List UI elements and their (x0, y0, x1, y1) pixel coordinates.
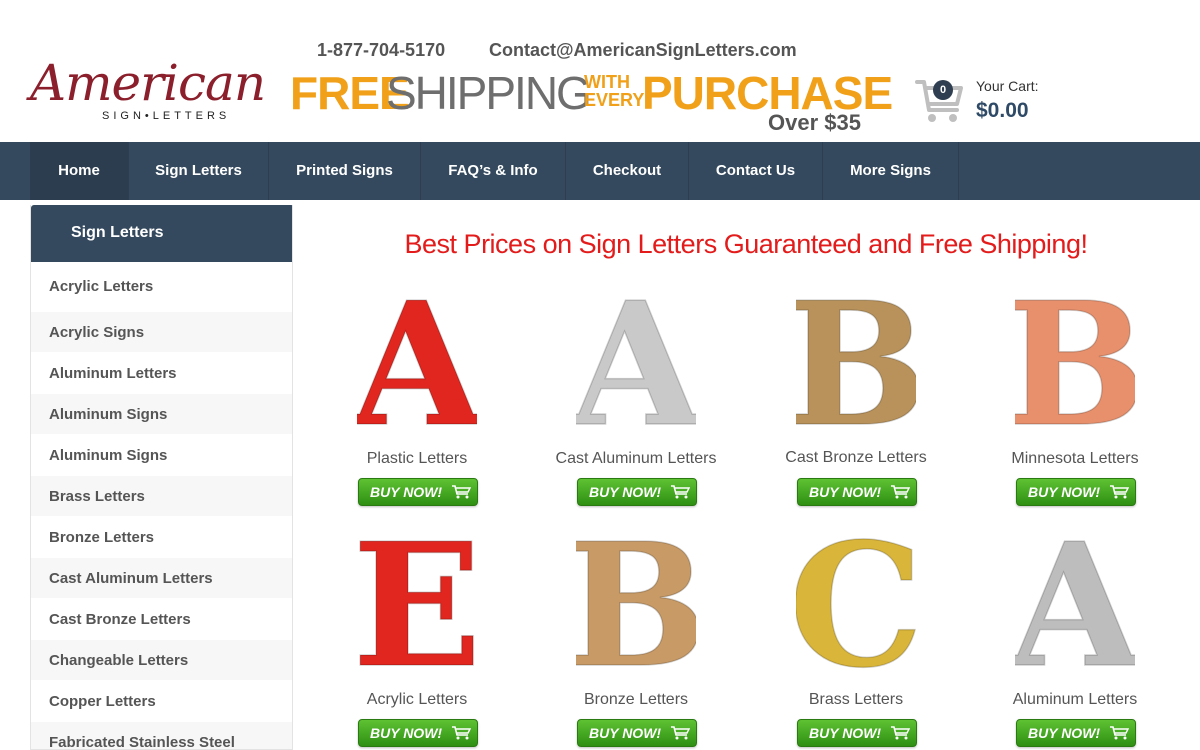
site-header: American SIGN•LETTERS 1-877-704-5170 Con… (0, 0, 1200, 142)
sidebar-title: Sign Letters (31, 205, 292, 262)
svg-text:B: B (576, 533, 696, 673)
cart-icon (891, 485, 910, 499)
nav-contact-us[interactable]: Contact Us (689, 142, 823, 200)
svg-text:A: A (357, 292, 477, 432)
sidebar-item[interactable]: Copper Letters (31, 681, 292, 722)
product-name[interactable]: Minnesota Letters (975, 450, 1175, 468)
sidebar-list: Acrylic Letters Acrylic Signs Aluminum L… (31, 262, 292, 749)
product-card[interactable]: A Aluminum Letters BUY NOW! (975, 533, 1175, 750)
nav-checkout[interactable]: Checkout (566, 142, 689, 200)
buy-now-button[interactable]: BUY NOW! (1016, 478, 1136, 506)
nav-sign-letters[interactable]: Sign Letters (129, 142, 269, 200)
cart-widget[interactable]: 0 Your Cart: $0.00 (915, 72, 1055, 132)
nav-more-signs[interactable]: More Signs (823, 142, 959, 200)
nav-faq-info[interactable]: FAQ’s & Info (421, 142, 566, 200)
buy-now-label: BUY NOW! (589, 484, 662, 500)
cart-total[interactable]: $0.00 (976, 99, 1029, 123)
banner-shipping: SHIPPING (386, 67, 592, 119)
sidebar-item[interactable]: Aluminum Letters (31, 353, 292, 394)
buy-now-button[interactable]: BUY NOW! (577, 478, 697, 506)
buy-now-label: BUY NOW! (589, 725, 662, 741)
free-shipping-banner: FREE SHIPPING WITH EVERY PURCHASE Over $… (290, 67, 893, 136)
product-image[interactable]: A (1015, 533, 1135, 673)
cart-icon (452, 485, 471, 499)
nav-printed-signs[interactable]: Printed Signs (269, 142, 421, 200)
product-name[interactable]: Plastic Letters (317, 450, 517, 468)
svg-text:A: A (576, 292, 696, 432)
buy-now-button[interactable]: BUY NOW! (797, 478, 917, 506)
svg-text:A: A (1015, 533, 1135, 673)
cart-icon (1110, 726, 1129, 740)
buy-now-label: BUY NOW! (809, 484, 882, 500)
product-name[interactable]: Acrylic Letters (317, 691, 517, 709)
cart-icon (452, 726, 471, 740)
product-name[interactable]: Aluminum Letters (975, 691, 1175, 709)
phone-number[interactable]: 1-877-704-5170 (317, 40, 445, 61)
sidebar-item[interactable]: Bronze Letters (31, 517, 292, 558)
cart-icon (671, 485, 690, 499)
page-headline: Best Prices on Sign Letters Guaranteed a… (404, 229, 1088, 259)
cart-icon (891, 726, 910, 740)
product-image[interactable]: B (576, 533, 696, 673)
product-card[interactable]: B Bronze Letters BUY NOW! (536, 533, 736, 750)
sidebar-item[interactable]: Cast Bronze Letters (31, 599, 292, 640)
buy-now-label: BUY NOW! (1028, 484, 1101, 500)
product-image[interactable]: B (1015, 292, 1135, 432)
buy-now-button[interactable]: BUY NOW! (1016, 719, 1136, 747)
contact-email[interactable]: Contact@AmericanSignLetters.com (489, 40, 797, 61)
product-card[interactable]: B Cast Bronze Letters BUY NOW! (756, 292, 956, 512)
buy-now-label: BUY NOW! (370, 725, 443, 741)
buy-now-button[interactable]: BUY NOW! (358, 478, 478, 506)
sidebar-item[interactable]: Fabricated Stainless Steel (31, 722, 292, 749)
product-image[interactable]: B (796, 292, 916, 432)
product-image[interactable]: A (357, 292, 477, 432)
sidebar-item[interactable]: Cast Aluminum Letters (31, 558, 292, 599)
product-card[interactable]: C Brass Letters BUY NOW! (756, 533, 956, 750)
nav-home[interactable]: Home (30, 142, 129, 200)
sidebar: Sign Letters Acrylic Letters Acrylic Sig… (30, 205, 293, 750)
buy-now-label: BUY NOW! (370, 484, 443, 500)
sidebar-item[interactable]: Brass Letters (31, 476, 292, 517)
buy-now-label: BUY NOW! (1028, 725, 1101, 741)
logo-script-text: American (30, 54, 266, 112)
product-card[interactable]: A Cast Aluminum Letters BUY NOW! (536, 292, 736, 512)
site-logo[interactable]: American SIGN•LETTERS (30, 58, 270, 128)
product-image[interactable]: E (357, 533, 477, 673)
banner-every: EVERY (584, 90, 645, 110)
buy-now-button[interactable]: BUY NOW! (577, 719, 697, 747)
logo-subtitle: SIGN•LETTERS (102, 110, 231, 122)
product-name[interactable]: Cast Bronze Letters (756, 449, 956, 467)
buy-now-label: BUY NOW! (809, 725, 882, 741)
product-name[interactable]: Cast Aluminum Letters (536, 450, 736, 468)
product-card[interactable]: E Acrylic Letters BUY NOW! (317, 533, 517, 750)
sidebar-item[interactable]: Aluminum Signs (31, 394, 292, 435)
main-navigation: Home Sign Letters Printed Signs FAQ’s & … (0, 142, 1200, 200)
buy-now-button[interactable]: BUY NOW! (358, 719, 478, 747)
product-name[interactable]: Bronze Letters (536, 691, 736, 709)
sidebar-item[interactable]: Acrylic Signs (31, 312, 292, 353)
sidebar-item[interactable]: Acrylic Letters (31, 262, 292, 312)
svg-text:C: C (796, 533, 916, 673)
cart-icon (671, 726, 690, 740)
banner-over-amount: Over $35 (768, 110, 861, 135)
product-name[interactable]: Brass Letters (756, 691, 956, 709)
svg-text:B: B (796, 292, 916, 432)
cart-count-badge: 0 (933, 80, 953, 100)
buy-now-button[interactable]: BUY NOW! (797, 719, 917, 747)
sidebar-item[interactable]: Aluminum Signs (31, 435, 292, 476)
sidebar-item[interactable]: Changeable Letters (31, 640, 292, 681)
product-card[interactable]: A Plastic Letters BUY NOW! (317, 292, 517, 512)
svg-text:B: B (1015, 292, 1135, 432)
product-image[interactable]: A (576, 292, 696, 432)
svg-text:E: E (357, 533, 477, 673)
cart-label: Your Cart: (976, 78, 1039, 94)
product-image[interactable]: C (796, 533, 916, 673)
product-card[interactable]: B Minnesota Letters BUY NOW! (975, 292, 1175, 512)
cart-icon (1110, 485, 1129, 499)
banner-with: WITH (584, 72, 630, 92)
